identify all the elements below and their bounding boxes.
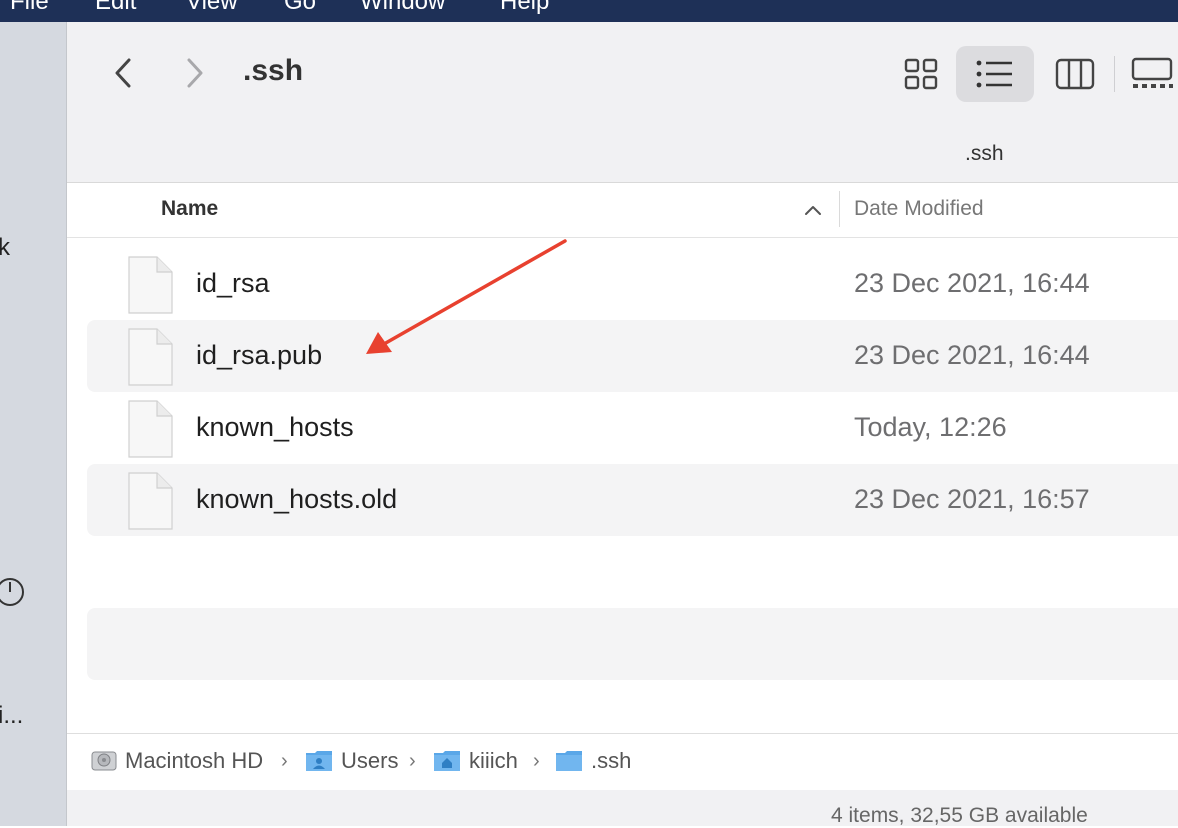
sidebar: k i... [0,22,67,826]
file-row[interactable]: id_rsa.pub 23 Dec 2021, 16:44 [87,320,1178,392]
back-button[interactable] [103,52,143,94]
breadcrumb-label: kiiich [469,748,518,773]
name-column-header[interactable]: Name [161,197,218,221]
forward-button[interactable] [175,52,215,94]
breadcrumb-chevron-icon: › [281,750,288,772]
file-name: id_rsa [196,268,270,298]
chevron-left-icon [115,58,131,88]
file-name: known_hosts.old [196,484,398,514]
breadcrumb-users[interactable]: Users [305,748,398,774]
hard-drive-icon [91,751,117,771]
columns-icon [1055,58,1095,90]
list-icon [976,60,1012,88]
empty-list-area [87,608,1178,680]
window-title: .ssh [243,54,304,87]
file-date: 23 Dec 2021, 16:57 [854,484,1090,514]
sidebar-item-fragment[interactable]: i... [0,702,23,730]
gallery-view-button[interactable] [1127,46,1175,102]
chevron-right-icon [187,58,203,88]
toolbar-divider [1114,56,1115,92]
menu-view[interactable]: View [186,0,238,16]
gallery-icon [1131,57,1173,88]
menu-window[interactable]: Window [360,0,445,16]
menu-file[interactable]: File [10,0,49,16]
menu-bar: File Edit View Go Window Help [0,0,1178,22]
status-text: 4 items, 32,55 GB available [831,804,1088,827]
breadcrumb-label: Users [341,748,399,773]
file-date: Today, 12:26 [854,412,1007,442]
breadcrumb-kiiich[interactable]: kiiich [433,748,518,774]
breadcrumb-chevron-icon: › [409,750,416,772]
file-row[interactable]: known_hosts.old 23 Dec 2021, 16:57 [87,464,1178,536]
column-view-button[interactable] [1050,46,1100,102]
date-modified-column-header[interactable]: Date Modified [854,197,984,221]
path-title: .ssh [965,142,1004,165]
breadcrumb-macintosh-hd[interactable]: Macintosh HD [91,748,263,774]
document-icon [128,472,173,530]
toolbar: .ssh .ssh [67,22,1178,183]
file-date: 23 Dec 2021, 16:44 [854,340,1090,370]
sidebar-item-fragment[interactable]: k [0,234,10,262]
column-header: Name Date Modified [67,183,1178,238]
sort-ascending-icon[interactable] [803,203,823,217]
clock-icon[interactable] [0,576,26,608]
path-bar: Macintosh HD › Users › kiiich › .ssh [67,733,1178,791]
folder-icon [556,751,582,771]
file-row[interactable]: id_rsa 23 Dec 2021, 16:44 [87,248,1178,320]
grid-icon [904,58,938,90]
file-name: id_rsa.pub [196,340,323,370]
breadcrumb-chevron-icon: › [533,750,540,772]
file-date: 23 Dec 2021, 16:44 [854,268,1090,298]
document-icon [128,328,173,386]
status-bar: 4 items, 32,55 GB available [67,790,1178,827]
home-folder-icon [434,751,460,771]
file-row[interactable]: known_hosts Today, 12:26 [87,392,1178,464]
breadcrumb-label: .ssh [591,748,632,773]
breadcrumb-ssh[interactable]: .ssh [555,748,631,774]
file-name: known_hosts [196,412,354,442]
list-view-button[interactable] [956,46,1034,102]
menu-go[interactable]: Go [284,0,316,16]
icon-view-button[interactable] [893,46,949,102]
breadcrumb-label: Macintosh HD [125,748,264,773]
menu-help[interactable]: Help [500,0,549,16]
document-icon [128,400,173,458]
menu-edit[interactable]: Edit [95,0,136,16]
users-folder-icon [306,751,332,771]
document-icon [128,256,173,314]
column-separator[interactable] [839,191,840,227]
